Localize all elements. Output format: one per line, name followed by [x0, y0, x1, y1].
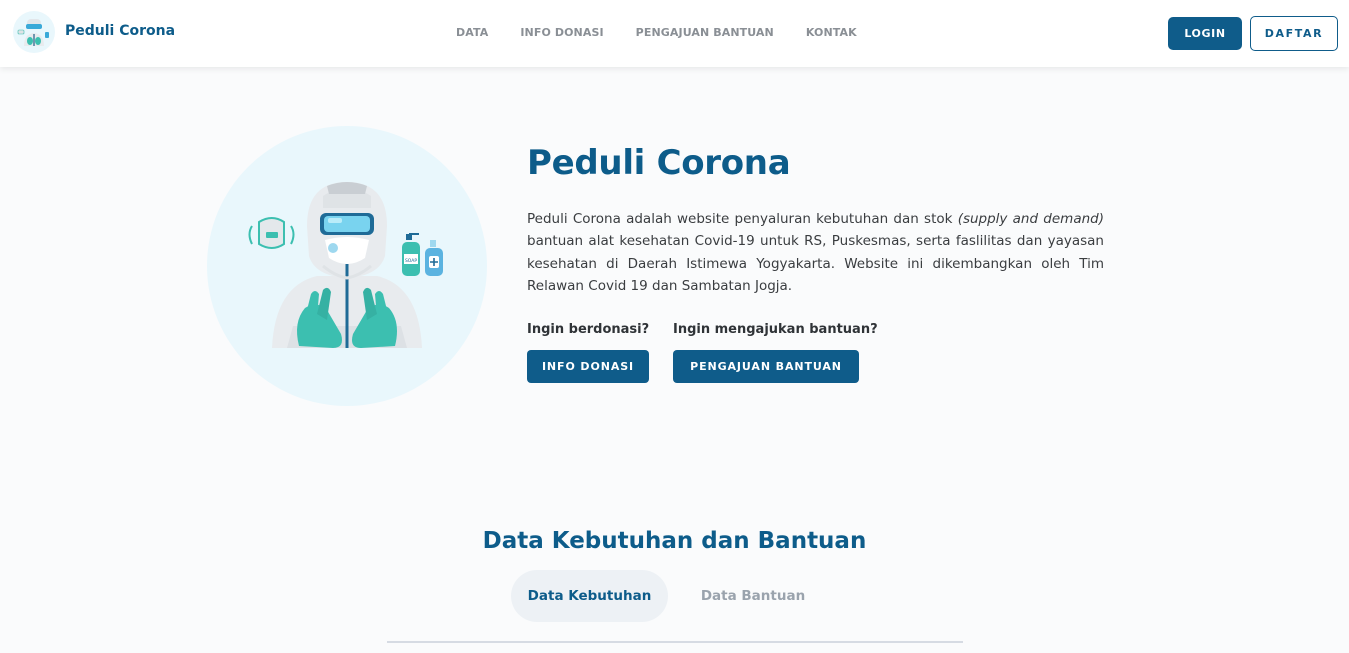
hero-title: Peduli Corona: [527, 143, 791, 183]
tab-data-kebutuhan[interactable]: Data Kebutuhan: [511, 570, 668, 622]
svg-text:SOAP: SOAP: [405, 258, 417, 264]
nav-link-kontak[interactable]: KONTAK: [806, 26, 857, 42]
cta-bantuan-group: Ingin mengajukan bantuan? PENGAJUAN BANT…: [673, 322, 878, 383]
brand-logo-icon[interactable]: [12, 10, 56, 54]
nav-links: DATA INFO DONASI PENGAJUAN BANTUAN KONTA…: [456, 26, 857, 42]
cta-donasi-question: Ingin berdonasi?: [527, 322, 650, 337]
info-donasi-button[interactable]: INFO DONASI: [527, 350, 649, 383]
hero-description-part-2: bantuan alat kesehatan Covid-19 untuk RS…: [527, 233, 1104, 294]
hero-description-part-1: Peduli Corona adalah website penyaluran …: [527, 211, 958, 227]
hero-description-italic: (supply and demand): [957, 211, 1104, 227]
hero-illustration: SOAP: [207, 126, 487, 406]
hero-description: Peduli Corona adalah website penyaluran …: [527, 208, 1104, 297]
tab-data-bantuan[interactable]: Data Bantuan: [668, 570, 838, 622]
section-divider: [387, 641, 963, 643]
pengajuan-bantuan-button[interactable]: PENGAJUAN BANTUAN: [673, 350, 859, 383]
brand-name[interactable]: Peduli Corona: [65, 23, 175, 39]
cta-bantuan-question: Ingin mengajukan bantuan?: [673, 322, 878, 337]
data-tabs: Data Kebutuhan Data Bantuan: [511, 570, 838, 622]
navbar: Peduli Corona DATA INFO DONASI PENGAJUAN…: [0, 0, 1349, 67]
nav-link-info-donasi[interactable]: INFO DONASI: [520, 26, 603, 42]
register-button[interactable]: DAFTAR: [1250, 16, 1338, 51]
nav-link-data[interactable]: DATA: [456, 26, 488, 42]
section-title: Data Kebutuhan dan Bantuan: [482, 528, 867, 554]
nav-link-pengajuan-bantuan[interactable]: PENGAJUAN BANTUAN: [636, 26, 774, 42]
login-button[interactable]: LOGIN: [1168, 17, 1242, 50]
cta-donasi-group: Ingin berdonasi? INFO DONASI: [527, 322, 649, 383]
